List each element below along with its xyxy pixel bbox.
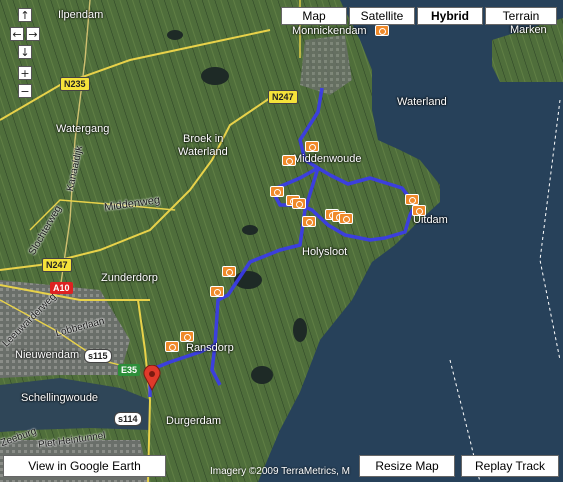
road-shield-n235: N235 <box>60 77 90 91</box>
pan-left-button[interactable]: ← <box>10 27 24 41</box>
road-shield-n247-left: N247 <box>42 258 72 272</box>
road-shield-n247-top: N247 <box>268 90 298 104</box>
pan-up-button[interactable]: ↑ <box>18 8 32 22</box>
label-middenwoude: Middenwoude <box>293 153 362 165</box>
photo-marker[interactable] <box>339 213 353 224</box>
road-shield-e35: E35 <box>118 364 141 376</box>
zoom-out-button[interactable]: − <box>18 84 32 98</box>
photo-marker[interactable] <box>302 216 316 227</box>
label-nieuwendam: Nieuwendam <box>15 349 80 361</box>
map-type-terrain[interactable]: Terrain <box>485 7 557 25</box>
road-shield-a10: A10 <box>50 282 73 294</box>
map-type-hybrid[interactable]: Hybrid <box>417 7 483 25</box>
label-ransdorp: Ransdorp <box>186 342 234 354</box>
pan-right-button[interactable]: → <box>26 27 40 41</box>
label-marken: Marken <box>510 24 547 36</box>
label-monnickendam: Monnickendam <box>292 25 367 37</box>
photo-marker[interactable] <box>222 266 236 277</box>
label-schellingwoude: Schellingwoude <box>21 392 99 404</box>
photo-marker[interactable] <box>405 194 419 205</box>
road-shield-s115: s115 <box>84 349 112 363</box>
photo-marker[interactable] <box>305 141 319 152</box>
map-type-satellite[interactable]: Satellite <box>349 7 415 25</box>
zoom-in-button[interactable]: + <box>18 66 32 80</box>
satellite-imagery[interactable] <box>0 0 563 482</box>
label-broek-in: Broek in <box>183 133 224 145</box>
label-holysloot: Holysloot <box>302 246 348 258</box>
photo-marker[interactable] <box>180 331 194 342</box>
imagery-copyright: Imagery ©2009 TerraMetrics, M <box>210 466 351 477</box>
map-container[interactable]: Ilpendam Monnickendam Marken Waterland W… <box>0 0 563 482</box>
pan-down-button[interactable]: ↓ <box>18 45 32 59</box>
resize-map-button[interactable]: Resize Map <box>359 455 455 477</box>
photo-marker[interactable] <box>270 186 284 197</box>
photo-marker[interactable] <box>375 25 389 36</box>
photo-marker[interactable] <box>282 155 296 166</box>
label-zunderdorp: Zunderdorp <box>101 272 158 284</box>
location-pin-icon[interactable] <box>143 365 161 391</box>
replay-track-button[interactable]: Replay Track <box>461 455 559 477</box>
photo-marker[interactable] <box>210 286 224 297</box>
map-type-map[interactable]: Map <box>281 7 347 25</box>
label-broek-waterland: Waterland <box>178 146 228 158</box>
label-ilpendam: Ilpendam <box>58 9 104 21</box>
road-shield-s114: s114 <box>114 412 142 426</box>
label-durgerdam: Durgerdam <box>166 415 222 427</box>
map-type-control: Map Satellite Hybrid Terrain <box>281 7 557 25</box>
label-watergang: Watergang <box>56 123 110 135</box>
view-in-google-earth-button[interactable]: View in Google Earth <box>3 455 166 477</box>
label-waterland: Waterland <box>397 96 447 108</box>
photo-marker[interactable] <box>412 205 426 216</box>
photo-marker[interactable] <box>165 341 179 352</box>
photo-marker[interactable] <box>292 198 306 209</box>
